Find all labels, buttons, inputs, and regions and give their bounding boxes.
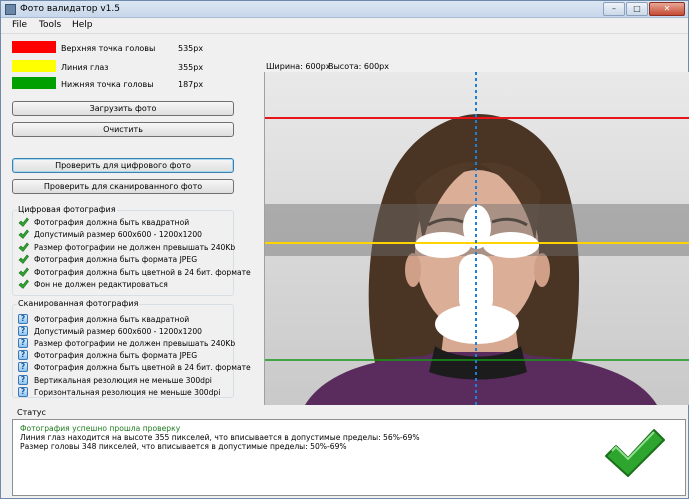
image-height-label: Высота: 600px (328, 62, 389, 71)
legend-swatch-eye-line (12, 60, 56, 72)
app-window: Фото валидатор v1.5 – □ ✕ File Tools Hel… (0, 0, 689, 499)
checkmark-icon (18, 254, 29, 265)
checkmark-icon (18, 279, 29, 290)
question-icon: ? (18, 338, 29, 349)
close-button[interactable]: ✕ (649, 2, 685, 16)
question-icon: ? (18, 362, 29, 373)
clear-button[interactable]: Очистить (12, 122, 234, 137)
window-title: Фото валидатор v1.5 (20, 4, 120, 14)
scanned-requirement-text: Вертикальная резолюция не меньше 300dpi (34, 375, 212, 385)
title-bar: Фото валидатор v1.5 – □ ✕ (1, 1, 688, 18)
digital-requirement-text: Фотография должна быть цветной в 24 бит.… (34, 267, 251, 277)
digital-requirement-text: Фотография должна быть квадратной (34, 218, 190, 227)
check-digital-button[interactable]: Проверить для цифрового фото (12, 158, 234, 173)
checkmark-icon (18, 217, 29, 228)
status-head-line: Размер головы 348 пикселей, что вписывае… (20, 442, 347, 451)
scanned-requirement-text: Фотография должна быть квадратной (34, 315, 190, 324)
scanned-requirement-text: Допустимый размер 600x600 - 1200x1200 (34, 327, 202, 337)
question-icon: ? (18, 326, 29, 337)
status-panel: Фотография успешно прошла проверку Линия… (12, 419, 686, 496)
scanned-group-title: Сканированная фотография (17, 299, 140, 308)
load-photo-button[interactable]: Загрузить фото (12, 101, 234, 116)
legend-swatch-head-bottom (12, 77, 56, 89)
scanned-requirement-text: Размер фотографии не должен превышать 24… (34, 339, 236, 349)
check-scanned-button[interactable]: Проверить для сканированного фото (12, 179, 234, 194)
question-icon: ? (18, 350, 29, 361)
scanned-requirement-text: Фотография должна быть формата JPEG (34, 351, 198, 361)
digital-requirement-text: Фон не должен редактироваться (34, 280, 168, 289)
maximize-button[interactable]: □ (626, 2, 648, 16)
digital-requirement-text: Размер фотографии не должен превышать 24… (34, 242, 236, 252)
legend-value-head-bottom: 187px (178, 80, 204, 89)
legend-value-eye-line: 355px (178, 63, 204, 72)
legend-label-head-bottom: Нижняя точка головы (61, 80, 154, 89)
legend-swatch-head-top (12, 41, 56, 53)
digital-requirement-text: Фотография должна быть формата JPEG (34, 255, 198, 265)
question-icon: ? (18, 386, 29, 398)
app-icon (5, 4, 16, 15)
question-icon: ? (18, 374, 29, 386)
checkmark-icon (18, 267, 29, 278)
status-label: Статус (17, 408, 46, 417)
digital-group-title: Цифровая фотография (17, 205, 117, 214)
checkmark-icon (18, 229, 29, 240)
image-width-label: Ширина: 600px (266, 62, 331, 71)
status-success-line: Фотография успешно прошла проверку (20, 424, 181, 433)
menu-tools[interactable]: Tools (39, 20, 61, 30)
question-icon: ? (18, 314, 29, 325)
checkmark-icon (18, 242, 29, 253)
status-eye-line: Линия глаз находится на высоте 355 пиксе… (20, 433, 420, 442)
menu-file[interactable]: File (12, 20, 27, 30)
legend-value-head-top: 535px (178, 44, 204, 53)
scanned-requirement-text: Фотография должна быть цветной в 24 бит.… (34, 363, 251, 373)
menu-bar: File Tools Help (1, 18, 688, 34)
scanned-requirement-text: Горизонтальная резолюция не меньше 300dp… (34, 387, 221, 397)
minimize-button[interactable]: – (603, 2, 625, 16)
legend-label-head-top: Верхняя точка головы (61, 44, 156, 53)
digital-requirement-text: Допустимый размер 600x600 - 1200x1200 (34, 230, 202, 240)
success-checkmark-icon (605, 429, 665, 477)
legend-label-eye-line: Линия глаз (61, 63, 109, 72)
menu-help[interactable]: Help (72, 20, 93, 30)
photo-preview[interactable] (264, 72, 689, 405)
portrait-image (265, 72, 689, 405)
